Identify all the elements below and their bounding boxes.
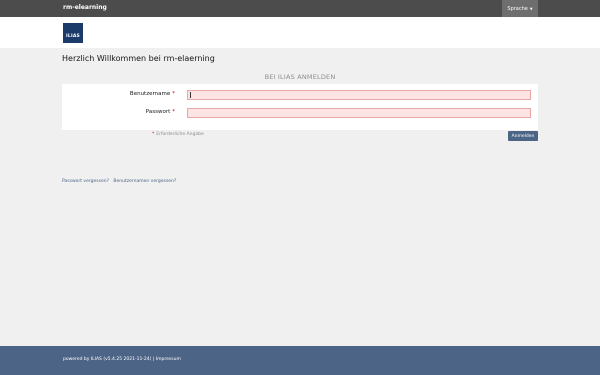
language-menu-button[interactable]: Sprache ▼ [502, 0, 538, 17]
powered-by-text: powered by ILIAS (v5.4.25 2021-11-24) [63, 357, 152, 362]
forgot-password-link[interactable]: Passwort vergessen? [62, 179, 109, 184]
username-label: Benutzername * [130, 91, 175, 97]
required-note: * Erforderliche Angabe [152, 132, 204, 137]
forgot-username-link[interactable]: Benutzernamen vergessen? [113, 179, 176, 184]
password-input[interactable] [187, 108, 531, 118]
imprint-link[interactable]: Impressum [156, 357, 181, 362]
app-title[interactable]: rm-elearning [63, 4, 107, 11]
login-button[interactable]: Anmelden [508, 131, 538, 141]
header: ILIAS [0, 17, 600, 48]
password-label: Passwort * [146, 109, 175, 115]
ilias-logo[interactable]: ILIAS [63, 23, 83, 43]
username-label-text: Benutzername [129, 91, 171, 97]
login-heading: BEI ILIAS ANMELDEN [264, 73, 336, 81]
account-help-links: Passwort vergessen? Benutzernamen verges… [62, 179, 179, 184]
username-input[interactable] [187, 90, 531, 100]
language-button-label: Sprache [507, 5, 528, 12]
required-marker: * [172, 109, 175, 115]
caret-down-icon: ▼ [529, 6, 533, 11]
required-marker: * [172, 91, 175, 97]
required-note-text: Erforderliche Angabe [156, 132, 204, 137]
page-title: Herzlich Willkommen bei rm-elaerning [62, 54, 215, 63]
login-form: Benutzername * Passwort * [62, 84, 538, 130]
password-label-text: Passwort [145, 109, 171, 115]
required-marker: * [152, 132, 155, 137]
footer-text: powered by ILIAS (v5.4.25 2021-11-24) | … [63, 357, 181, 362]
logo-text: ILIAS [66, 34, 80, 39]
footer-separator: | [152, 357, 155, 362]
top-bar: rm-elearning Sprache ▼ [0, 0, 600, 17]
footer: powered by ILIAS (v5.4.25 2021-11-24) | … [0, 346, 600, 375]
text-cursor [190, 92, 191, 98]
